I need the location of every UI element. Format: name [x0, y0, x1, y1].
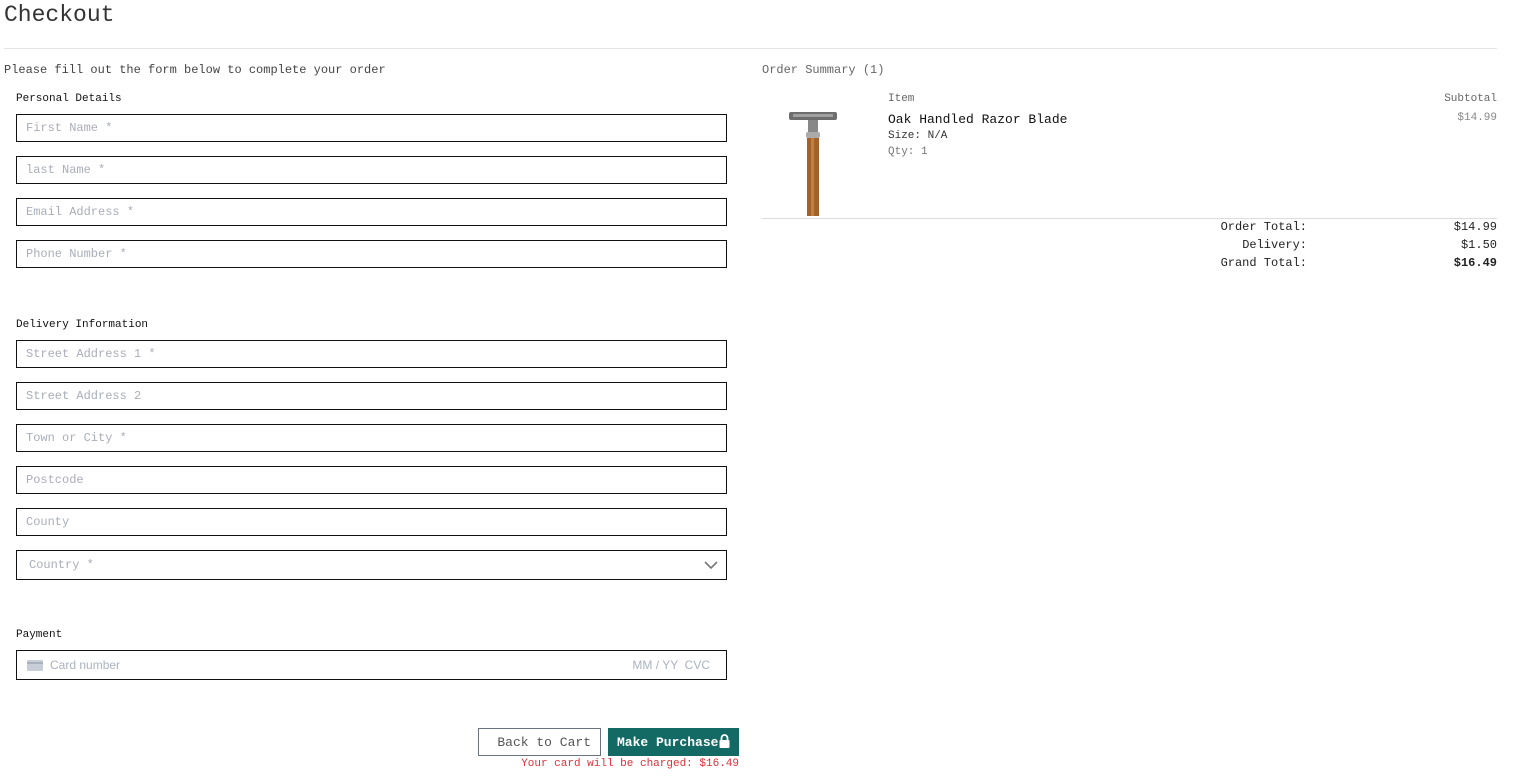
- county-input[interactable]: [16, 508, 727, 536]
- payment-heading: Payment: [16, 629, 63, 641]
- grand-total-value: $16.49: [1453, 256, 1497, 270]
- charge-notice: Your card will be charged: $16.49: [521, 758, 739, 770]
- make-purchase-label: Make Purchase: [617, 734, 719, 750]
- form-intro: Please fill out the form below to comple…: [4, 63, 386, 77]
- card-input[interactable]: Card number MM / YY CVC: [16, 650, 727, 680]
- phone-input[interactable]: [16, 240, 727, 268]
- email-input[interactable]: [16, 198, 727, 226]
- chevron-down-icon: [704, 561, 718, 570]
- summary-divider: [762, 218, 1497, 219]
- item-name: Oak Handled Razor Blade: [888, 112, 1068, 127]
- credit-card-icon: [27, 660, 43, 671]
- card-number-placeholder: Card number: [50, 658, 121, 672]
- lock-icon: [719, 734, 730, 748]
- page-title: Checkout: [4, 2, 115, 28]
- order-total-value: $14.99: [1453, 220, 1497, 234]
- delivery-label: Delivery:: [1242, 238, 1307, 252]
- subtotal-column-header: Subtotal: [1444, 93, 1497, 105]
- street-address-2-input[interactable]: [16, 382, 727, 410]
- country-select[interactable]: Country *: [16, 550, 727, 580]
- order-total-label: Order Total:: [1220, 220, 1307, 234]
- item-column-header: Item: [888, 93, 915, 105]
- street-address-1-input[interactable]: [16, 340, 727, 368]
- expiry-cvc-placeholder: MM / YY CVC: [632, 658, 710, 672]
- make-purchase-button[interactable]: Make Purchase: [608, 728, 739, 756]
- delivery-value: $1.50: [1460, 238, 1497, 252]
- personal-details-heading: Personal Details: [16, 93, 122, 105]
- order-summary-title: Order Summary (1): [762, 63, 885, 77]
- back-to-cart-button[interactable]: Back to Cart: [478, 728, 601, 756]
- item-subtotal: $14.99: [1457, 112, 1497, 124]
- last-name-input[interactable]: [16, 156, 727, 184]
- item-qty: Qty: 1: [888, 146, 928, 158]
- product-image: [789, 112, 837, 216]
- town-city-input[interactable]: [16, 424, 727, 452]
- country-select-value: Country *: [29, 558, 94, 572]
- item-size: Size: N/A: [888, 130, 948, 142]
- first-name-input[interactable]: [16, 114, 727, 142]
- delivery-heading: Delivery Information: [16, 319, 149, 331]
- postcode-input[interactable]: [16, 466, 727, 494]
- divider: [4, 48, 1497, 49]
- grand-total-label: Grand Total:: [1220, 256, 1307, 270]
